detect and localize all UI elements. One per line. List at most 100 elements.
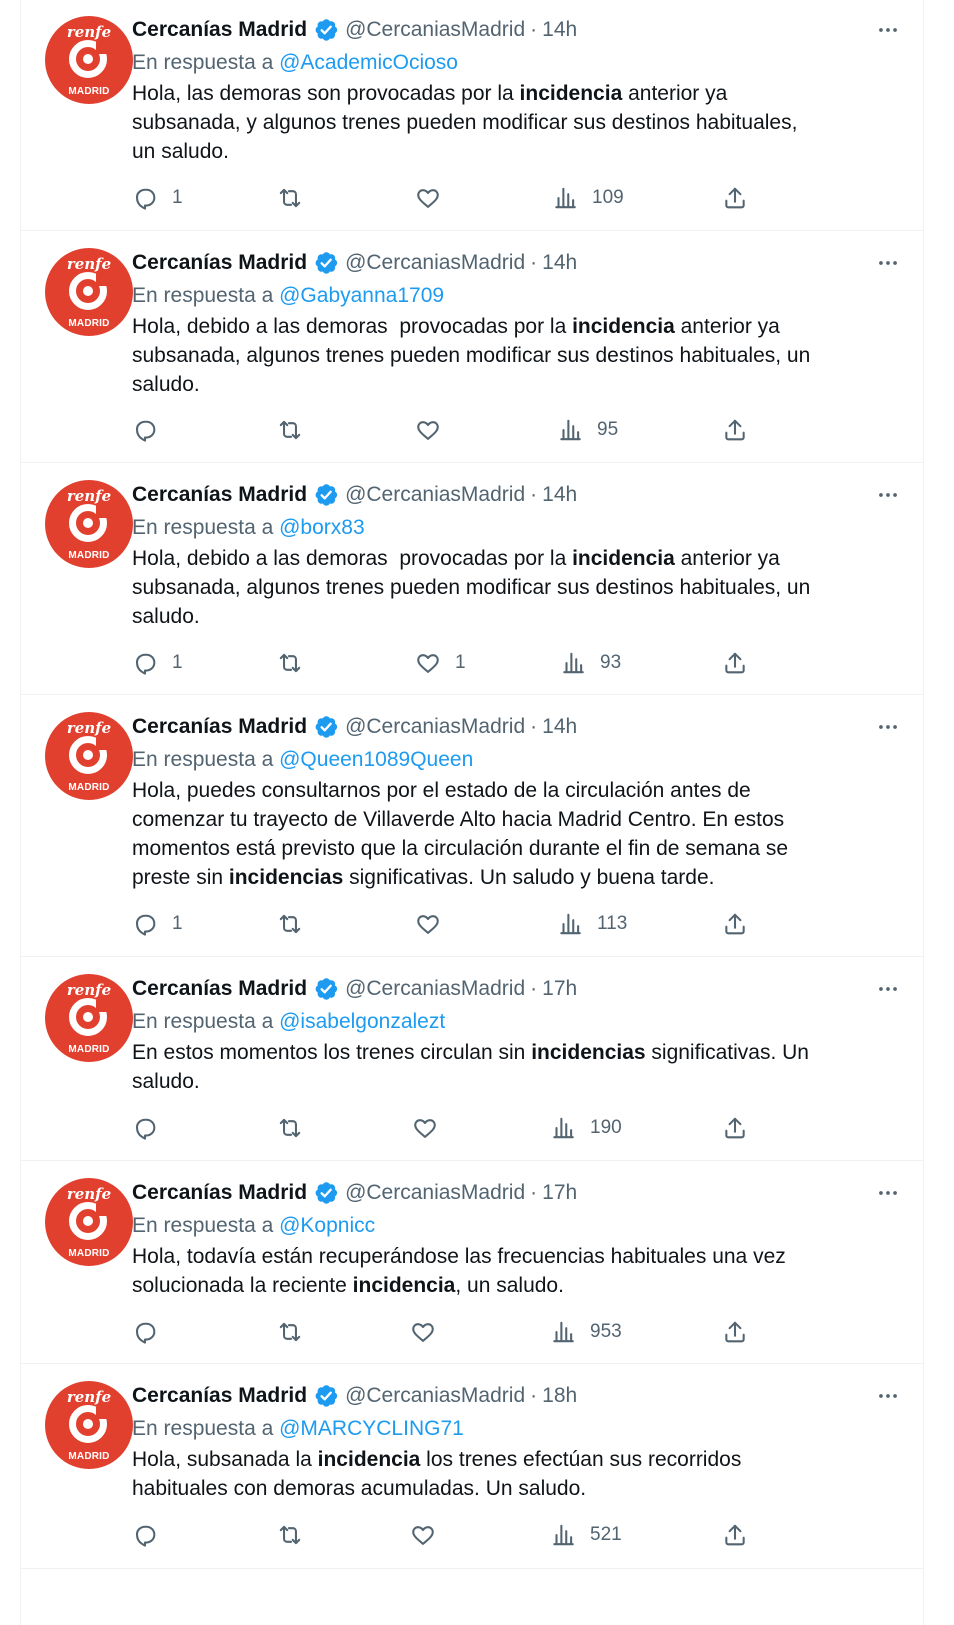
avatar[interactable]: renfe MADRID [45,1178,133,1266]
avatar[interactable]: renfe MADRID [45,1381,133,1469]
reply-mention-link[interactable]: @AcademicOcioso [279,51,458,74]
view-button[interactable]: 953 [550,1317,622,1347]
avatar[interactable]: renfe MADRID [45,974,133,1062]
retweet-button[interactable] [277,648,303,678]
username-handle[interactable]: @CercaniasMadrid [345,1178,525,1208]
share-icon [722,650,748,676]
replie-button[interactable]: 1 [132,909,183,939]
username-handle[interactable]: @CercaniasMadrid [345,712,525,742]
avatar[interactable]: renfe MADRID [45,16,133,104]
reply-mention-link[interactable]: @borx83 [279,516,365,539]
reply-mention-link[interactable]: @isabelgonzalezt [279,1010,445,1033]
retweet-button[interactable] [277,415,303,445]
separator-dot: · [530,1384,538,1407]
tweet[interactable]: renfe MADRID Cercanías Madrid @CercaniasMad… [21,957,923,1161]
reply-icon [132,1522,158,1548]
reply-mention-link[interactable]: @MARCYCLING71 [279,1417,464,1440]
avatar[interactable]: renfe MADRID [45,712,133,800]
more-options-icon[interactable] [873,248,903,278]
username-handle[interactable]: @CercaniasMadrid [345,480,525,510]
view-button[interactable]: 95 [557,415,618,445]
tweet-header: Cercanías Madrid @CercaniasMadrid · 18h [132,1381,903,1411]
views-icon [557,417,583,443]
avatar[interactable]: renfe MADRID [45,248,133,336]
share-button[interactable] [722,1113,748,1143]
timestamp[interactable]: 18h [542,1381,577,1411]
retweet-icon [277,1319,303,1345]
replie-button[interactable] [132,1520,158,1550]
retweet-button[interactable] [277,1317,303,1347]
view-button[interactable]: 113 [557,909,627,939]
like-button[interactable] [415,909,441,939]
replie-button[interactable] [132,415,158,445]
more-options-icon[interactable] [873,480,903,510]
like-button[interactable] [410,1520,436,1550]
replie-button[interactable] [132,1317,158,1347]
share-button[interactable] [722,1317,748,1347]
tweet-content: Cercanías Madrid @CercaniasMadrid · 14h En r… [132,480,903,675]
more-options-icon[interactable] [873,712,903,742]
view-button[interactable]: 190 [550,1113,622,1143]
display-name[interactable]: Cercanías Madrid [132,480,307,510]
retweet-button[interactable] [277,183,303,213]
more-options-icon[interactable] [873,1381,903,1411]
view-button[interactable]: 521 [550,1520,622,1550]
reply-mention-link[interactable]: @Gabyanna1709 [279,284,444,307]
timestamp[interactable]: 17h [542,1178,577,1208]
avatar-brand-text: renfe [66,487,112,505]
tweet[interactable]: renfe MADRID Cercanías Madrid @CercaniasMad… [21,463,923,695]
tweet[interactable]: renfe MADRID Cercanías Madrid @CercaniasMad… [21,695,923,957]
view-button[interactable]: 93 [560,648,621,678]
username-handle[interactable]: @CercaniasMadrid [345,248,525,278]
views-count: 953 [590,1321,622,1342]
tweet[interactable]: renfe MADRID Cercanías Madrid @CercaniasMad… [21,0,923,231]
retweet-button[interactable] [277,909,303,939]
share-button[interactable] [722,183,748,213]
more-options-icon[interactable] [873,974,903,1004]
display-name[interactable]: Cercanías Madrid [132,1381,307,1411]
tweet[interactable]: renfe MADRID Cercanías Madrid @CercaniasMad… [21,231,923,463]
username-handle[interactable]: @CercaniasMadrid [345,1381,525,1411]
avatar-ring-gap [96,506,108,518]
tweet[interactable]: renfe MADRID Cercanías Madrid @CercaniasMad… [21,1364,923,1569]
share-button[interactable] [722,415,748,445]
share-button[interactable] [722,909,748,939]
timestamp[interactable]: 14h [542,248,577,278]
timestamp[interactable]: 14h [542,712,577,742]
display-name[interactable]: Cercanías Madrid [132,1178,307,1208]
retweet-button[interactable] [277,1520,303,1550]
like-button[interactable] [415,183,441,213]
reply-context: En respuesta a @borx83 [132,513,903,543]
reply-context: En respuesta a @MARCYCLING71 [132,1414,903,1444]
like-button[interactable] [415,415,441,445]
more-options-icon[interactable] [873,1178,903,1208]
reply-prefix: En respuesta a [132,51,274,74]
replie-button[interactable]: 1 [132,183,183,213]
share-button[interactable] [722,1520,748,1550]
reply-mention-link[interactable]: @Queen1089Queen [279,748,473,771]
timestamp[interactable]: 14h [542,480,577,510]
view-button[interactable]: 109 [552,183,624,213]
display-name[interactable]: Cercanías Madrid [132,248,307,278]
tweet[interactable]: renfe MADRID Cercanías Madrid @CercaniasMad… [21,1161,923,1364]
replie-button[interactable] [132,1113,158,1143]
like-button[interactable]: 1 [415,648,466,678]
more-options-icon[interactable] [873,15,903,45]
username-handle[interactable]: @CercaniasMadrid [345,15,525,45]
like-button[interactable] [410,1317,436,1347]
retweet-icon [277,185,303,211]
retweet-button[interactable] [277,1113,303,1143]
username-handle[interactable]: @CercaniasMadrid [345,974,525,1004]
avatar[interactable]: renfe MADRID [45,480,133,568]
display-name[interactable]: Cercanías Madrid [132,15,307,45]
reply-icon [132,417,158,443]
share-icon [722,911,748,937]
display-name[interactable]: Cercanías Madrid [132,712,307,742]
timestamp[interactable]: 14h [542,15,577,45]
like-button[interactable] [412,1113,438,1143]
display-name[interactable]: Cercanías Madrid [132,974,307,1004]
timestamp[interactable]: 17h [542,974,577,1004]
share-button[interactable] [722,648,748,678]
reply-mention-link[interactable]: @Kopnicc [279,1214,375,1237]
replie-button[interactable]: 1 [132,648,183,678]
